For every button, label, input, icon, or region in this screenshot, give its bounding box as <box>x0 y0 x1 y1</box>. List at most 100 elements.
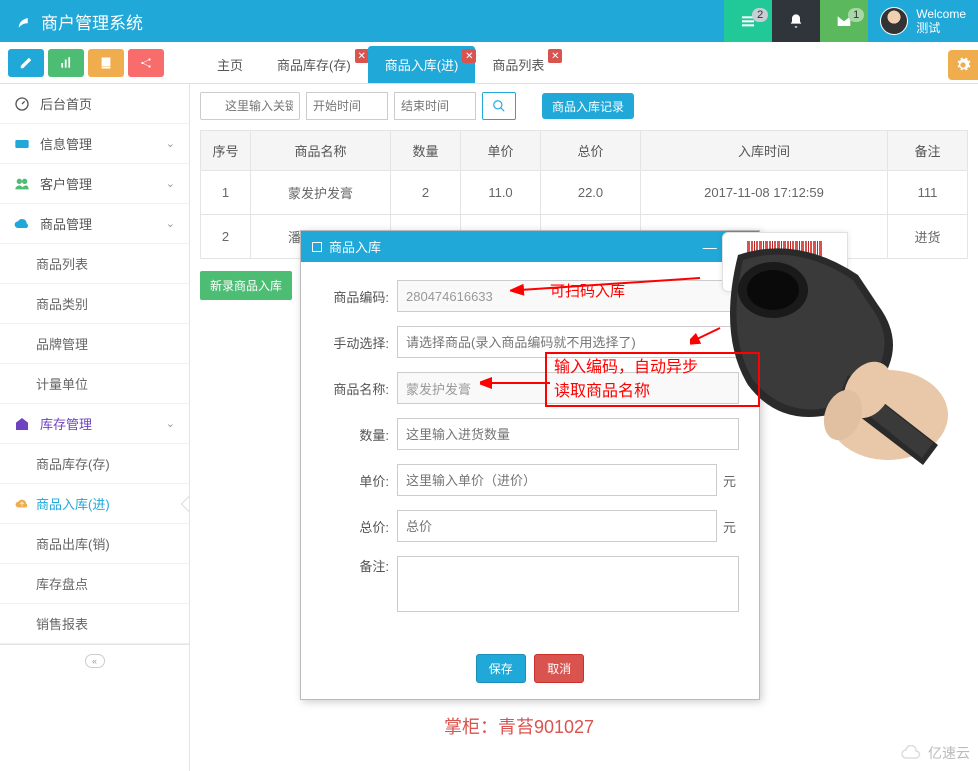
sidebar-item-stock-check[interactable]: 库存盘点 <box>0 564 189 604</box>
sidebar-item-home[interactable]: 后台首页 <box>0 84 189 124</box>
tab-instock[interactable]: 商品入库(进)✕ <box>368 46 476 83</box>
remark-input[interactable] <box>397 556 739 612</box>
search-input[interactable] <box>200 92 300 120</box>
header-bell-button[interactable] <box>772 0 820 42</box>
card-icon <box>14 136 30 152</box>
tasks-badge: 2 <box>752 8 768 22</box>
sidebar-label: 客户管理 <box>40 174 92 193</box>
chevron-down-icon: ⌄ <box>166 217 175 230</box>
price-label: 单价: <box>321 471 389 490</box>
watermark-text: 亿速云 <box>928 743 970 763</box>
barcode-number: 280474616633 <box>739 271 831 285</box>
name-input[interactable] <box>397 372 739 404</box>
th-price: 单价 <box>461 131 541 171</box>
users-icon <box>14 176 30 192</box>
close-icon[interactable]: ✕ <box>355 49 369 63</box>
watermark: 亿速云 <box>900 743 970 763</box>
welcome-label: Welcome <box>916 7 966 21</box>
chevron-down-icon: ⌄ <box>166 417 175 430</box>
search-button[interactable] <box>482 92 516 120</box>
sidebar-item-product-list[interactable]: 商品列表 <box>0 244 189 284</box>
code-input[interactable] <box>397 280 739 312</box>
sidebar-collapse-button[interactable]: « <box>0 644 189 675</box>
search-icon <box>492 99 506 113</box>
sidebar-label: 商品类别 <box>36 294 88 313</box>
tab-label: 商品列表 <box>492 58 544 73</box>
gear-icon <box>955 57 971 73</box>
cell: 111 <box>888 171 968 215</box>
sidebar-item-sales-report[interactable]: 销售报表 <box>0 604 189 644</box>
sidebar-label: 库存管理 <box>40 414 92 433</box>
tool-chart-button[interactable] <box>48 49 84 77</box>
sidebar-item-customer[interactable]: 客户管理 ⌄ <box>0 164 189 204</box>
sidebar-label: 信息管理 <box>40 134 92 153</box>
share-icon <box>139 56 153 70</box>
sidebar-label: 商品管理 <box>40 214 92 233</box>
end-date-input[interactable] <box>394 92 476 120</box>
cloud-logo-icon <box>900 745 924 761</box>
tool-book-button[interactable] <box>88 49 124 77</box>
new-record-label: 新录商品入库 <box>210 279 282 293</box>
th-qty: 数量 <box>391 131 461 171</box>
barcode-icon <box>739 241 831 269</box>
header-mail-button[interactable]: 1 <box>820 0 868 42</box>
tab-home[interactable]: 主页 <box>200 46 260 83</box>
qty-label: 数量: <box>321 425 389 444</box>
sidebar-item-product-cat[interactable]: 商品类别 <box>0 284 189 324</box>
sidebar-label: 计量单位 <box>36 374 88 393</box>
price-input[interactable] <box>397 464 717 496</box>
tool-share-button[interactable] <box>128 49 164 77</box>
header-tasks-button[interactable]: 2 <box>724 0 772 42</box>
chevron-down-icon: ⌄ <box>166 137 175 150</box>
tab-stock[interactable]: 商品库存(存) ✕ <box>260 46 368 83</box>
tool-row: 主页 商品库存(存)✕ 商品入库(进)✕ 商品列表✕ <box>0 42 978 84</box>
sidebar-item-product[interactable]: 商品管理 ⌄ <box>0 204 189 244</box>
tab-products[interactable]: 商品列表 ✕ <box>475 46 561 83</box>
cell: 22.0 <box>541 171 641 215</box>
welcome-user: 测试 <box>916 21 966 35</box>
chart-icon <box>59 56 73 70</box>
th-seq: 序号 <box>201 131 251 171</box>
save-button[interactable]: 保存 <box>476 654 526 683</box>
total-input[interactable] <box>397 510 717 542</box>
close-icon[interactable]: ✕ <box>462 49 476 63</box>
sidebar-item-stock-out[interactable]: 商品出库(销) <box>0 524 189 564</box>
sidebar-label: 商品出库(销) <box>36 534 110 553</box>
sidebar-item-stock-store[interactable]: 商品库存(存) <box>0 444 189 484</box>
modal-header[interactable]: 商品入库 — □ ✕ <box>301 231 759 262</box>
sidebar: 后台首页 信息管理 ⌄ 客户管理 ⌄ 商品管理 ⌄ 商品列表 商品类别 品牌管理… <box>0 84 190 771</box>
sidebar-label: 库存盘点 <box>36 574 88 593</box>
search-wrap <box>200 92 300 120</box>
new-record-button[interactable]: 新录商品入库 <box>200 271 292 300</box>
qty-input[interactable] <box>397 418 739 450</box>
cloud-icon <box>14 216 30 232</box>
cancel-button[interactable]: 取消 <box>534 654 584 683</box>
leaf-icon <box>15 12 33 30</box>
tool-edit-button[interactable] <box>8 49 44 77</box>
brand-title: 商户管理系统 <box>41 9 143 34</box>
sidebar-item-stock-in[interactable]: 商品入库(进) <box>0 484 189 524</box>
user-panel[interactable]: Welcome 测试 <box>868 0 978 42</box>
sidebar-item-info[interactable]: 信息管理 ⌄ <box>0 124 189 164</box>
sidebar-label: 商品列表 <box>36 254 88 273</box>
history-label: 商品入库记录 <box>552 98 624 115</box>
minimize-button[interactable]: — <box>703 239 717 255</box>
brand: 商户管理系统 <box>0 9 724 34</box>
table-row[interactable]: 1 蒙发护发膏 2 11.0 22.0 2017-11-08 17:12:59 … <box>201 171 968 215</box>
start-date-input[interactable] <box>306 92 388 120</box>
manual-select[interactable] <box>397 326 739 358</box>
cell: 2017-11-08 17:12:59 <box>641 171 888 215</box>
cloud-up-icon <box>14 497 30 511</box>
bell-icon <box>788 13 804 29</box>
sidebar-item-stock[interactable]: 库存管理 ⌄ <box>0 404 189 444</box>
history-button[interactable]: 商品入库记录 <box>542 93 634 119</box>
close-icon[interactable]: ✕ <box>548 49 562 63</box>
tab-label: 商品入库(进) <box>385 58 459 73</box>
tab-label: 商品库存(存) <box>277 58 351 73</box>
unit-label: 元 <box>723 471 739 490</box>
pencil-icon <box>19 56 33 70</box>
sidebar-item-unit[interactable]: 计量单位 <box>0 364 189 404</box>
sidebar-item-brand[interactable]: 品牌管理 <box>0 324 189 364</box>
settings-toggle[interactable] <box>948 50 978 80</box>
cell: 11.0 <box>461 171 541 215</box>
